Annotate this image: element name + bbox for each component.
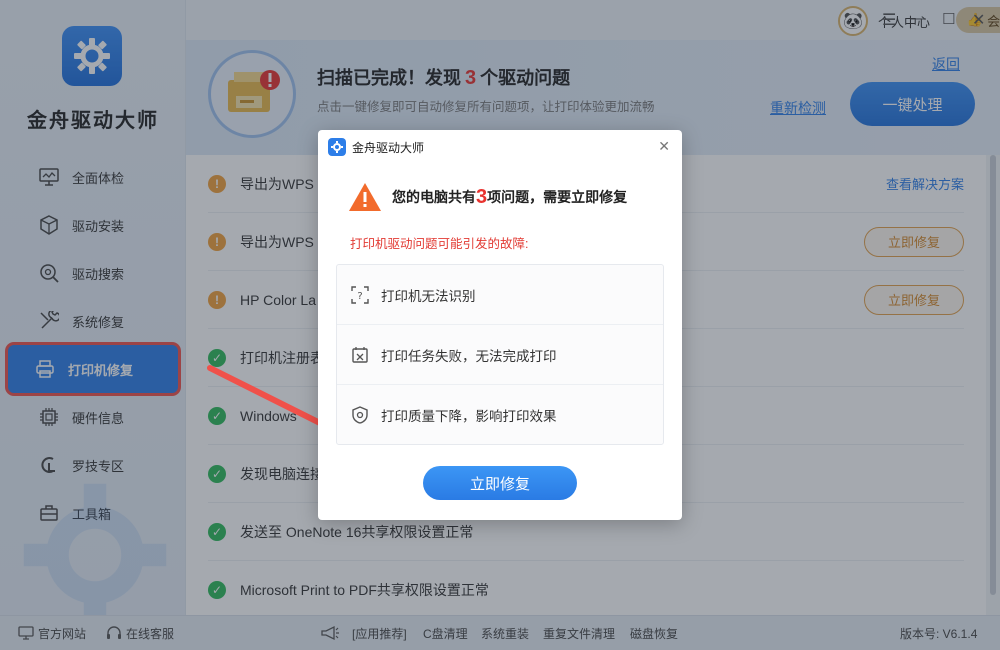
warning-triangle-icon (348, 182, 382, 212)
dialog-title-bar: 金舟驱动大师 (328, 138, 424, 156)
list-item: ? 打印机无法识别 (337, 265, 663, 325)
dialog-fault-list: ? 打印机无法识别 打印任务失败，无法完成打印 打印质量下降，影响打印效果 (336, 264, 664, 445)
dialog-issue-count: 3 (476, 185, 488, 208)
shield-quality-icon (351, 406, 369, 424)
unknown-device-icon: ? (351, 285, 369, 304)
svg-text:?: ? (357, 291, 362, 302)
list-item: 打印质量下降，影响打印效果 (337, 385, 663, 445)
dialog-close-icon[interactable]: ✕ (658, 138, 670, 155)
dialog-message: 您的电脑共有 3 项问题，需要立即修复 (348, 182, 627, 212)
dialog-title: 金舟驱动大师 (352, 140, 425, 155)
app-logo-icon (328, 138, 346, 156)
list-item: 打印任务失败，无法完成打印 (337, 325, 663, 385)
failed-task-icon (351, 346, 369, 364)
repair-now-button[interactable]: 立即修复 (423, 466, 577, 500)
repair-dialog: 金舟驱动大师 ✕ 您的电脑共有 3 项问题，需要立即修复 打印机驱动问题可能引发的故… (318, 130, 682, 520)
dialog-subtitle: 打印机驱动问题可能引发的故障: (350, 237, 529, 251)
